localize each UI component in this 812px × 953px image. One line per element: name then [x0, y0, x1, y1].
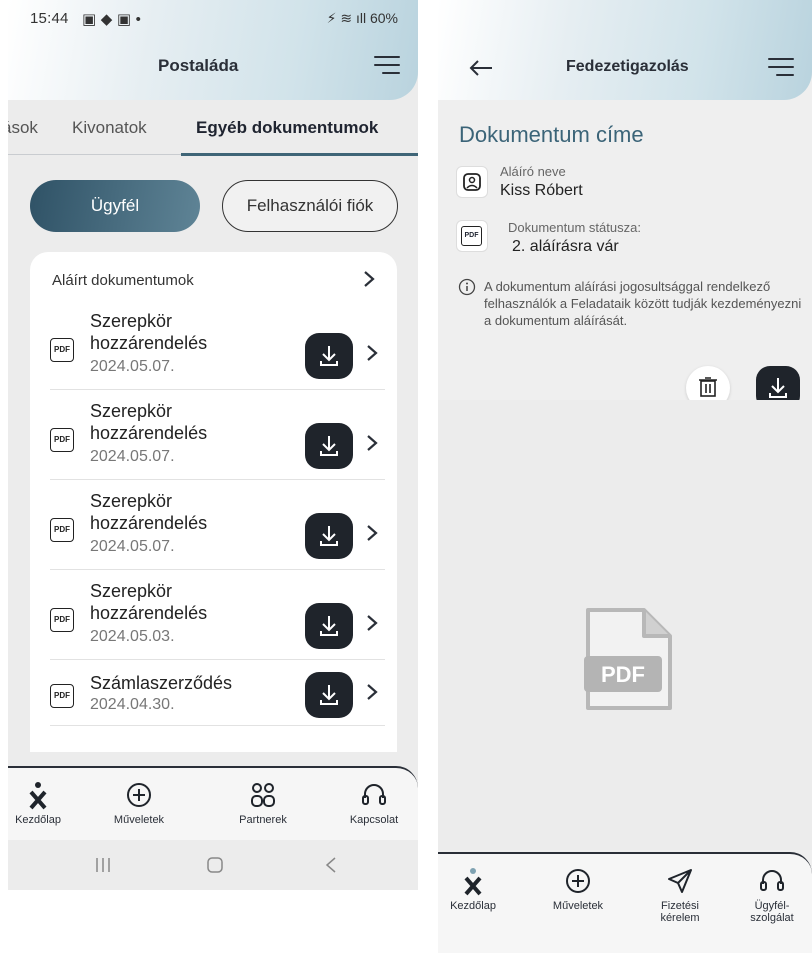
info-icon: [458, 278, 476, 296]
partners-icon: [251, 783, 275, 807]
status-icons: ▣ ◆ ▣ •: [82, 11, 142, 28]
nav-muveletek[interactable]: Műveletek: [538, 866, 618, 912]
chevron-right-icon[interactable]: [366, 434, 378, 458]
fedezetigazolas-screen: Fedezetigazolás Dokumentum címe Aláíró n…: [438, 0, 812, 953]
menu-button[interactable]: [768, 58, 794, 78]
system-navigation-bar: [8, 840, 418, 890]
back-arrow-icon[interactable]: [468, 58, 494, 78]
pdf-file-icon: PDF: [456, 220, 488, 252]
download-button[interactable]: [305, 603, 353, 649]
pdf-document-icon: PDF: [584, 608, 672, 710]
nav-partnerek[interactable]: Partnerek: [228, 780, 298, 826]
tab-egyeb-dokumentumok[interactable]: Egyéb dokumentumok: [196, 118, 378, 138]
tab-bar: ások Kivonatok Egyéb dokumentumok: [8, 118, 418, 158]
chevron-right-icon[interactable]: [366, 683, 378, 707]
nav-ugyfelszolgalat[interactable]: Ügyfél-szolgálat: [736, 866, 808, 924]
menu-button[interactable]: [374, 56, 400, 76]
chevron-right-icon[interactable]: [363, 270, 375, 294]
card-header-title[interactable]: Aláírt dokumentumok: [52, 272, 194, 289]
signal-icon: ⚡ ≋ ıll: [326, 10, 370, 26]
svg-text:PDF: PDF: [601, 662, 645, 687]
back-system-icon[interactable]: [324, 856, 338, 874]
status-battery: ⚡ ≋ ıll 60%: [326, 10, 398, 26]
list-item[interactable]: PDF Szerepkör hozzárendelés 2024.05.03.: [30, 570, 397, 660]
list-item[interactable]: PDF Szerepkör hozzárendelés 2024.05.07.: [30, 300, 397, 390]
document-date: 2024.04.30.: [90, 696, 175, 713]
nav-muveletek[interactable]: Műveletek: [104, 780, 174, 826]
pdf-file-icon: PDF: [50, 518, 74, 542]
pdf-preview-area: PDF: [438, 400, 812, 850]
segment-ugyfel[interactable]: Ügyfél: [30, 180, 200, 232]
document-title: Szerepkör hozzárendelés: [90, 491, 208, 533]
bottom-navigation: Kezdőlap Műveletek Partnerek Kapcsolat: [8, 766, 418, 842]
home-logo-icon: [464, 868, 482, 896]
list-item[interactable]: PDF Szerepkör hozzárendelés 2024.05.07.: [30, 480, 397, 570]
chevron-right-icon[interactable]: [366, 344, 378, 368]
home-logo-icon: [29, 782, 47, 810]
status-label: Dokumentum státusza:: [508, 220, 641, 235]
send-plane-icon: [668, 869, 692, 893]
signed-documents-card: Aláírt dokumentumok PDF Szerepkör hozzár…: [30, 252, 397, 752]
document-title: Szerepkör hozzárendelés: [90, 581, 208, 623]
postalada-screen: 15:44 ▣ ◆ ▣ • ⚡ ≋ ıll 60% Postaláda ások…: [8, 0, 418, 890]
header: 15:44 ▣ ◆ ▣ • ⚡ ≋ ıll 60% Postaláda: [8, 0, 418, 100]
download-button[interactable]: [305, 423, 353, 469]
document-title: Szerepkör hozzárendelés: [90, 311, 208, 353]
pdf-file-icon: PDF: [50, 608, 74, 632]
download-icon: [320, 436, 338, 456]
recent-apps-icon[interactable]: [94, 856, 112, 874]
signer-label: Aláíró neve: [500, 164, 566, 179]
user-icon: [456, 166, 488, 198]
signer-value: Kiss Róbert: [500, 182, 583, 199]
status-time: 15:44: [30, 10, 69, 27]
download-icon: [320, 685, 338, 705]
plus-circle-icon: [127, 783, 151, 807]
headset-icon: [362, 784, 386, 805]
home-system-icon[interactable]: [206, 856, 224, 874]
plus-circle-icon: [566, 869, 590, 893]
active-tab-indicator: [181, 153, 418, 156]
document-title: Dokumentum címe: [459, 122, 644, 147]
download-icon: [320, 526, 338, 546]
download-button[interactable]: [305, 333, 353, 379]
pdf-file-icon: PDF: [50, 428, 74, 452]
download-button[interactable]: [305, 672, 353, 718]
page-title: Postaláda: [158, 56, 239, 75]
document-date: 2024.05.07.: [90, 358, 175, 375]
tab-kivonatok[interactable]: Kivonatok: [72, 118, 147, 138]
status-value: 2. aláírásra vár: [512, 238, 619, 255]
pdf-file-icon: PDF: [50, 338, 74, 362]
nav-fizetesi-kerelem[interactable]: Fizetési kérelem: [648, 866, 712, 924]
list-item[interactable]: PDF Számlaszerződés 2024.04.30.: [30, 660, 397, 726]
tab-partial[interactable]: ások: [8, 118, 38, 138]
headset-icon: [760, 870, 784, 891]
segment-felhasznaloi-fiok[interactable]: Felhasználói fiók: [222, 180, 398, 232]
chevron-right-icon[interactable]: [366, 614, 378, 638]
document-title: Szerepkör hozzárendelés: [90, 401, 208, 443]
document-date: 2024.05.03.: [90, 628, 175, 645]
document-title: Számlaszerződés: [90, 673, 233, 693]
download-icon: [320, 346, 338, 366]
bottom-navigation: Kezdőlap Műveletek Fizetési kérelem Ügyf…: [438, 852, 812, 953]
header: Fedezetigazolás: [438, 0, 812, 100]
pdf-file-icon: PDF: [50, 684, 74, 708]
document-date: 2024.05.07.: [90, 448, 175, 465]
download-icon: [320, 616, 338, 636]
document-date: 2024.05.07.: [90, 538, 175, 555]
nav-kezdolap[interactable]: Kezdőlap: [8, 780, 68, 826]
nav-kapcsolat[interactable]: Kapcsolat: [338, 780, 410, 826]
download-button[interactable]: [305, 513, 353, 559]
chevron-right-icon[interactable]: [366, 524, 378, 548]
page-title: Fedezetigazolás: [566, 58, 689, 75]
signing-info-note: A dokumentum aláírási jogosultsággal ren…: [484, 279, 802, 328]
nav-kezdolap[interactable]: Kezdőlap: [438, 866, 508, 912]
row-divider: [50, 725, 385, 726]
list-item[interactable]: PDF Szerepkör hozzárendelés 2024.05.07.: [30, 390, 397, 480]
